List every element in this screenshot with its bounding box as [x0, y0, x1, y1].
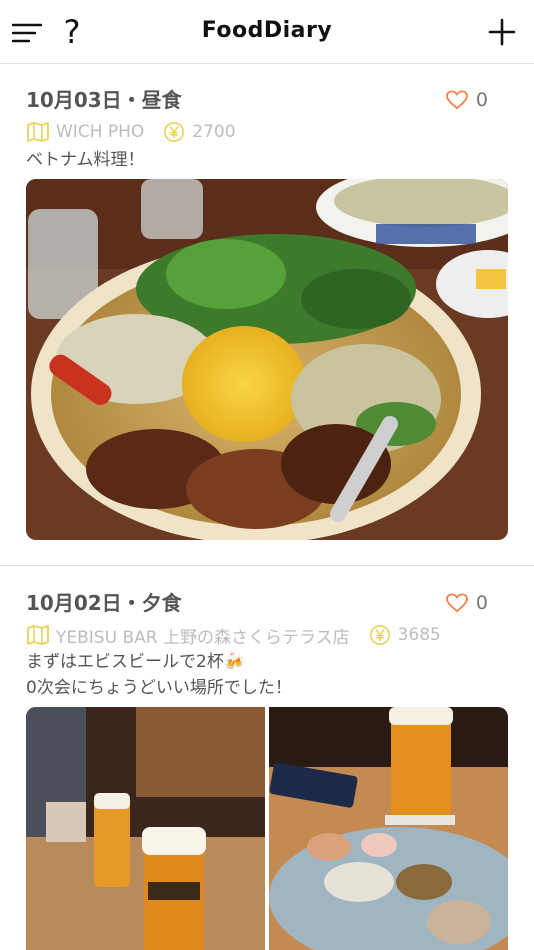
like-button[interactable]: 0: [445, 591, 488, 615]
beer-glasses-photo[interactable]: [26, 707, 265, 950]
like-count: 0: [475, 592, 488, 614]
map-icon: [27, 122, 49, 142]
app-title: FoodDiary: [201, 18, 333, 43]
entry-divider: [0, 565, 534, 566]
entry-comment: まずはエビスビールで2杯🍻 0次会にちょうどいい場所でした！: [26, 652, 292, 698]
price: 3685: [397, 625, 441, 645]
heart-icon: [445, 593, 468, 613]
heart-icon: [445, 90, 468, 110]
entry-meta: YEBISU BAR 上野の森さくらテラス店 3685: [26, 623, 441, 648]
yen-icon: [164, 122, 185, 142]
app-header: ? FoodDiary: [0, 0, 534, 64]
appetizer-plate-photo[interactable]: [269, 707, 508, 950]
like-count: 0: [475, 89, 488, 111]
entry-meta: WICH PHO 2700: [26, 120, 236, 144]
place-name[interactable]: YEBISU BAR 上野の森さくらテラス店: [56, 623, 350, 648]
like-button[interactable]: 0: [445, 88, 488, 112]
map-icon: [27, 625, 49, 645]
entry-date-meal: 10月02日・夕食: [26, 591, 182, 615]
price: 2700: [192, 122, 236, 142]
vietnamese-rice-platter-photo[interactable]: [26, 179, 508, 540]
diary-entry[interactable]: 10月02日・夕食 0 YEBISU BAR 上野の森さくらテラス店 3685 …: [0, 587, 534, 950]
yen-icon: [369, 625, 390, 645]
place-name[interactable]: WICH PHO: [56, 122, 144, 142]
diary-entry[interactable]: 10月03日・昼食 0 WICH PHO 2700 ベトナム料理！: [0, 84, 534, 554]
entry-date-meal: 10月03日・昼食: [26, 88, 182, 112]
entry-comment: ベトナム料理！: [26, 150, 145, 170]
plus-icon[interactable]: [488, 18, 516, 46]
